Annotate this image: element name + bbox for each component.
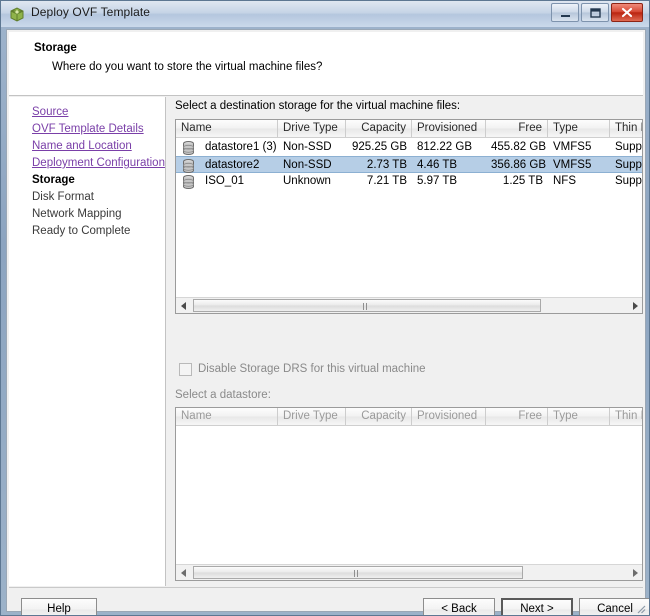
cell-drive-type: Non-SSD — [283, 159, 332, 171]
datastore-list[interactable]: Name Drive Type Capacity Provisioned Fre… — [175, 407, 643, 581]
cell-drive-type: Unknown — [283, 175, 331, 187]
cell-name: datastore1 (3) — [205, 141, 277, 153]
resize-grip-icon[interactable] — [634, 601, 646, 614]
deploy-ovf-template-window: Deploy OVF Template Storage Where do you… — [0, 0, 650, 616]
column-header-name[interactable]: Name — [176, 408, 278, 425]
minimize-button[interactable] — [551, 3, 579, 22]
scroll-right-arrow-icon[interactable] — [626, 298, 642, 313]
cell-name: ISO_01 — [205, 175, 244, 187]
cell-thin-provisioning: Supporte — [615, 141, 642, 153]
cell-drive-type: Non-SSD — [283, 141, 332, 153]
column-header-drive-type[interactable]: Drive Type — [278, 408, 346, 425]
disable-storage-drs-label: Disable Storage DRS for this virtual mac… — [198, 363, 426, 375]
ovf-package-icon — [9, 6, 25, 22]
maximize-button[interactable] — [581, 3, 609, 22]
help-button[interactable]: Help — [21, 598, 97, 615]
cell-provisioned: 5.97 TB — [417, 175, 458, 187]
scrollbar-grip-icon — [363, 303, 371, 310]
column-header-capacity[interactable]: Capacity — [346, 120, 412, 137]
disable-storage-drs-checkbox[interactable] — [179, 363, 192, 376]
column-header-free[interactable]: Free — [486, 120, 548, 137]
sidebar-item-deployment-configuration[interactable]: Deployment Configuration — [32, 156, 165, 170]
scrollbar-thumb[interactable] — [193, 299, 541, 312]
sidebar-item-name-and-location[interactable]: Name and Location — [32, 139, 132, 153]
dialog-footer: Help < Back Next > Cancel — [9, 587, 649, 615]
sidebar-item-source[interactable]: Source — [32, 105, 68, 119]
cell-free: 1.25 TB — [502, 175, 543, 187]
dialog-body: Storage Where do you want to store the v… — [6, 29, 649, 615]
datastore-icon — [182, 159, 195, 174]
cell-capacity: 7.21 TB — [366, 175, 407, 187]
cell-free: 356.86 GB — [491, 159, 546, 171]
select-datastore-label: Select a datastore: — [175, 389, 271, 401]
list-header-row: Name Drive Type Capacity Provisioned Fre… — [176, 120, 642, 138]
cell-provisioned: 4.46 TB — [417, 159, 458, 171]
table-row[interactable]: datastore1 (3) Non-SSD 925.25 GB 812.22 … — [176, 139, 642, 156]
storage-page-content: Select a destination storage for the vir… — [167, 97, 643, 586]
wizard-step-nav: Source OVF Template Details Name and Loc… — [9, 97, 166, 586]
column-header-type[interactable]: Type — [548, 120, 610, 137]
scrollbar-grip-icon — [354, 570, 362, 577]
cell-free: 455.82 GB — [491, 141, 546, 153]
scroll-left-arrow-icon[interactable] — [176, 298, 192, 313]
scroll-left-arrow-icon[interactable] — [176, 565, 192, 580]
horizontal-scrollbar[interactable] — [176, 564, 642, 580]
destination-storage-list[interactable]: Name Drive Type Capacity Provisioned Fre… — [175, 119, 643, 314]
table-row[interactable]: datastore2 Non-SSD 2.73 TB 4.46 TB 356.8… — [176, 156, 642, 174]
next-button[interactable]: Next > — [501, 598, 573, 615]
cell-thin-provisioning: Supporte — [615, 175, 642, 187]
cell-capacity: 925.25 GB — [352, 141, 407, 153]
sidebar-item-ready-to-complete[interactable]: Ready to Complete — [32, 224, 130, 238]
cell-thin-provisioning: Supporte — [615, 159, 642, 171]
column-header-provisioned[interactable]: Provisioned — [412, 120, 486, 137]
page-title: Storage — [34, 42, 77, 54]
sidebar-item-network-mapping[interactable]: Network Mapping — [32, 207, 121, 221]
column-header-provisioned[interactable]: Provisioned — [412, 408, 486, 425]
column-header-type[interactable]: Type — [548, 408, 610, 425]
window-title: Deploy OVF Template — [31, 5, 151, 19]
sidebar-item-disk-format[interactable]: Disk Format — [32, 190, 94, 204]
sidebar-item-storage[interactable]: Storage — [32, 173, 75, 187]
cell-type: VMFS5 — [553, 159, 592, 171]
cell-type: VMFS5 — [553, 141, 592, 153]
cell-type: NFS — [553, 175, 576, 187]
destination-storage-label: Select a destination storage for the vir… — [175, 100, 461, 112]
sidebar-item-ovf-template-details[interactable]: OVF Template Details — [32, 122, 144, 136]
table-row[interactable]: ISO_01 Unknown 7.21 TB 5.97 TB 1.25 TB N… — [176, 173, 642, 190]
column-header-thin-provisioning[interactable]: Thin Prov — [610, 120, 642, 137]
cell-name: datastore2 — [205, 159, 260, 171]
column-header-name[interactable]: Name — [176, 120, 278, 137]
column-header-drive-type[interactable]: Drive Type — [278, 120, 346, 137]
scrollbar-thumb[interactable] — [193, 566, 523, 579]
datastore-icon — [182, 141, 195, 156]
datastore-icon — [182, 175, 195, 190]
column-header-free[interactable]: Free — [486, 408, 548, 425]
page-subtitle: Where do you want to store the virtual m… — [52, 61, 323, 73]
list-header-row: Name Drive Type Capacity Provisioned Fre… — [176, 408, 642, 426]
horizontal-scrollbar[interactable] — [176, 297, 642, 313]
column-header-capacity[interactable]: Capacity — [346, 408, 412, 425]
window-titlebar[interactable]: Deploy OVF Template — [1, 1, 649, 27]
cell-capacity: 2.73 TB — [366, 159, 407, 171]
cell-provisioned: 812.22 GB — [417, 141, 472, 153]
column-header-thin-provisioning[interactable]: Thin Provi — [610, 408, 642, 425]
close-button[interactable] — [611, 3, 643, 22]
scroll-right-arrow-icon[interactable] — [626, 565, 642, 580]
back-button[interactable]: < Back — [423, 598, 495, 615]
wizard-header: Storage Where do you want to store the v… — [9, 32, 643, 96]
